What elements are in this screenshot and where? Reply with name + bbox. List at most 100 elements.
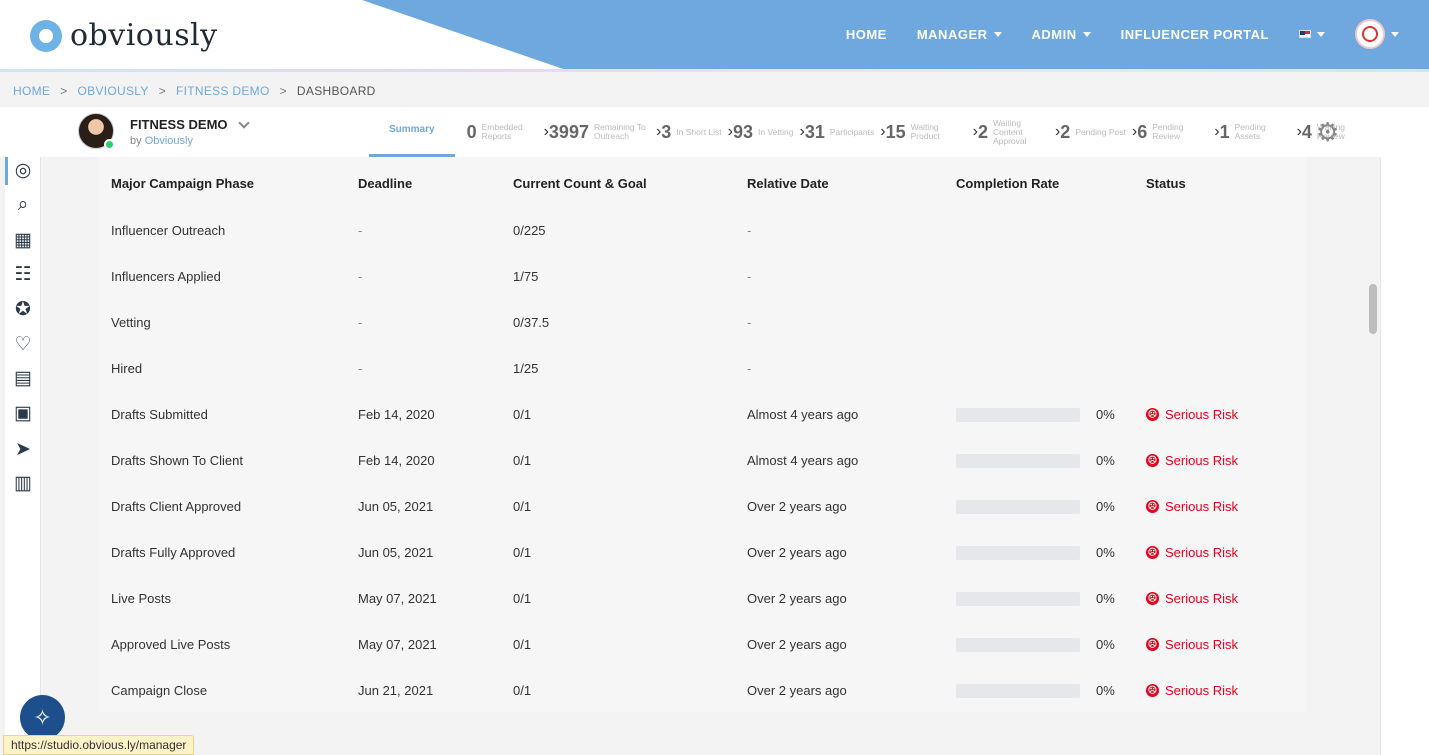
sad-face-icon: ☹ xyxy=(1146,408,1159,421)
completion-rate-value: 0% xyxy=(1096,453,1115,468)
sad-face-icon: ☹ xyxy=(1146,592,1159,605)
right-panel xyxy=(1380,157,1429,755)
campaign-step[interactable]: 93 In Vetting xyxy=(733,122,793,143)
status-text: Serious Risk xyxy=(1165,637,1238,652)
relative-date-cell: Almost 4 years ago xyxy=(747,453,859,468)
tab-summary[interactable]: Summary xyxy=(369,107,455,157)
deadline-cell: May 07, 2021 xyxy=(358,637,437,652)
completion-rate-value: 0% xyxy=(1096,637,1115,652)
relative-date-cell: - xyxy=(747,269,752,284)
campaign-bar: FITNESS DEMO by Obviously Summary 0 Embed… xyxy=(0,107,1429,157)
help-chat-button[interactable]: ✧ xyxy=(20,695,65,740)
step-label: Waiting Content Approval xyxy=(992,117,1027,146)
sad-face-icon: ☹ xyxy=(1146,546,1159,559)
step-count: 15 xyxy=(885,121,906,142)
phase-cell: Drafts Fully Approved xyxy=(111,545,236,560)
table-row: Influencers Applied - 1/75 - xyxy=(98,269,1306,291)
language-selector[interactable] xyxy=(1299,30,1325,38)
deadline-cell: - xyxy=(358,315,363,330)
us-flag-icon xyxy=(1299,30,1311,38)
help-icon: ✧ xyxy=(33,704,52,730)
header-relative-date[interactable]: Relative Date xyxy=(747,176,829,191)
count-goal-cell: 0/1 xyxy=(513,407,532,422)
logo[interactable]: obviously xyxy=(30,18,218,53)
user-avatar-icon xyxy=(1355,19,1385,49)
status-text: Serious Risk xyxy=(1165,545,1238,560)
scrollbar-thumb[interactable] xyxy=(1369,284,1377,334)
checklist-icon[interactable]: ☷ xyxy=(11,262,35,286)
online-status-icon xyxy=(104,139,115,150)
step-count: 2 xyxy=(1060,121,1071,142)
logo-ring-icon xyxy=(30,19,62,52)
count-goal-cell: 0/1 xyxy=(513,453,532,468)
campaign-step[interactable]: 15 Waiting Product xyxy=(886,122,967,143)
status-text: Serious Risk xyxy=(1165,499,1238,514)
breadcrumb-dashboard: DASHBOARD xyxy=(296,84,376,98)
outreach-send-icon[interactable]: ➤ xyxy=(11,437,35,461)
completion-progress-bar xyxy=(956,546,1080,560)
step-count: 6 xyxy=(1137,121,1148,142)
deadline-cell: Feb 14, 2020 xyxy=(358,407,435,422)
phase-cell: Approved Live Posts xyxy=(111,637,231,652)
influencer-search-icon[interactable]: ◎ xyxy=(11,158,35,182)
table-row: Drafts Shown To Client Feb 14, 2020 0/1 Alm… xyxy=(98,453,1306,475)
sidebar-active-indicator xyxy=(5,157,8,185)
count-goal-cell: 0/225 xyxy=(513,223,546,238)
campaign-selector[interactable]: FITNESS DEMO xyxy=(130,116,250,132)
completion-progress-bar xyxy=(956,408,1080,422)
products-icon[interactable]: ▦ xyxy=(11,228,35,252)
approval-badge-icon[interactable]: ✪ xyxy=(11,297,35,321)
breadcrumb-home[interactable]: HOME xyxy=(13,84,50,98)
campaign-step[interactable]: 31 Participants xyxy=(805,122,874,143)
table-row: Influencer Outreach - 0/225 - xyxy=(98,223,1306,245)
sad-face-icon: ☹ xyxy=(1146,684,1159,697)
relative-date-cell: Over 2 years ago xyxy=(747,683,847,698)
header-count-goal[interactable]: Current Count & Goal xyxy=(513,176,647,191)
nav-manager-label: MANAGER xyxy=(916,26,988,42)
campaign-steps: Summary 0 Embedded Reports › 3997 Remaining … xyxy=(369,107,1379,157)
deadline-cell: Jun 05, 2021 xyxy=(358,499,434,514)
campaign-step[interactable]: 1 Pending Assets xyxy=(1220,122,1291,143)
sad-face-icon: ☹ xyxy=(1146,454,1159,467)
count-goal-cell: 1/25 xyxy=(513,361,539,376)
step-count: 4 xyxy=(1301,121,1312,142)
deadline-cell: - xyxy=(358,223,363,238)
campaign-step[interactable]: 6 Pending Review xyxy=(1137,122,1208,143)
user-menu[interactable] xyxy=(1355,19,1399,49)
campaign-owner-link[interactable]: Obviously xyxy=(145,135,193,147)
header-status[interactable]: Status xyxy=(1146,176,1186,191)
breadcrumb-separator: > xyxy=(60,84,68,98)
campaign-step[interactable]: 2 Waiting Content Approval xyxy=(978,117,1049,146)
analytics-icon[interactable]: ▥ xyxy=(11,471,35,495)
favorites-icon[interactable]: ♡ xyxy=(11,332,35,356)
table-row: Drafts Fully Approved Jun 05, 2021 0/1 Over… xyxy=(98,545,1306,567)
nav-home[interactable]: HOME xyxy=(846,27,887,42)
campaign-step[interactable]: 0 Embedded Reports xyxy=(467,122,538,143)
campaign-step[interactable]: 3997 Remaining To Outreach xyxy=(549,122,650,143)
status-badge: ☹ Serious Risk xyxy=(1146,683,1238,698)
content-icon[interactable]: ▤ xyxy=(11,366,35,390)
nav-manager[interactable]: MANAGER xyxy=(917,27,1002,42)
step-label: Waiting Product xyxy=(910,122,940,141)
nav-influencer-portal[interactable]: INFLUENCER PORTAL xyxy=(1121,27,1269,42)
sad-face-icon: ☹ xyxy=(1146,638,1159,651)
content-review-icon[interactable]: ▣ xyxy=(11,401,35,425)
relative-date-cell: Over 2 years ago xyxy=(747,591,847,606)
phase-cell: Influencers Applied xyxy=(111,269,221,284)
nav-admin[interactable]: ADMIN xyxy=(1032,27,1091,42)
breadcrumb-fitness-demo[interactable]: FITNESS DEMO xyxy=(176,84,270,98)
count-goal-cell: 0/1 xyxy=(513,637,532,652)
header-completion-rate[interactable]: Completion Rate xyxy=(956,176,1059,191)
step-count: 93 xyxy=(733,121,754,142)
discover-search-icon[interactable]: ⌕ xyxy=(11,193,35,217)
table-row: Approved Live Posts May 07, 2021 0/1 Over 2… xyxy=(98,637,1306,659)
campaign-step[interactable]: 3 In Short List xyxy=(661,122,721,143)
step-label: Remaining To Outreach xyxy=(593,122,646,141)
count-goal-cell: 0/37.5 xyxy=(513,315,550,330)
header-phase[interactable]: Major Campaign Phase xyxy=(111,176,254,191)
caret-down-icon xyxy=(1082,31,1091,37)
header-deadline[interactable]: Deadline xyxy=(358,176,412,191)
campaign-step[interactable]: 2 Pending Post xyxy=(1060,122,1126,143)
breadcrumb-obviously[interactable]: OBVIOUSLY xyxy=(78,84,149,98)
gear-icon[interactable]: ⚙ xyxy=(1316,119,1339,145)
